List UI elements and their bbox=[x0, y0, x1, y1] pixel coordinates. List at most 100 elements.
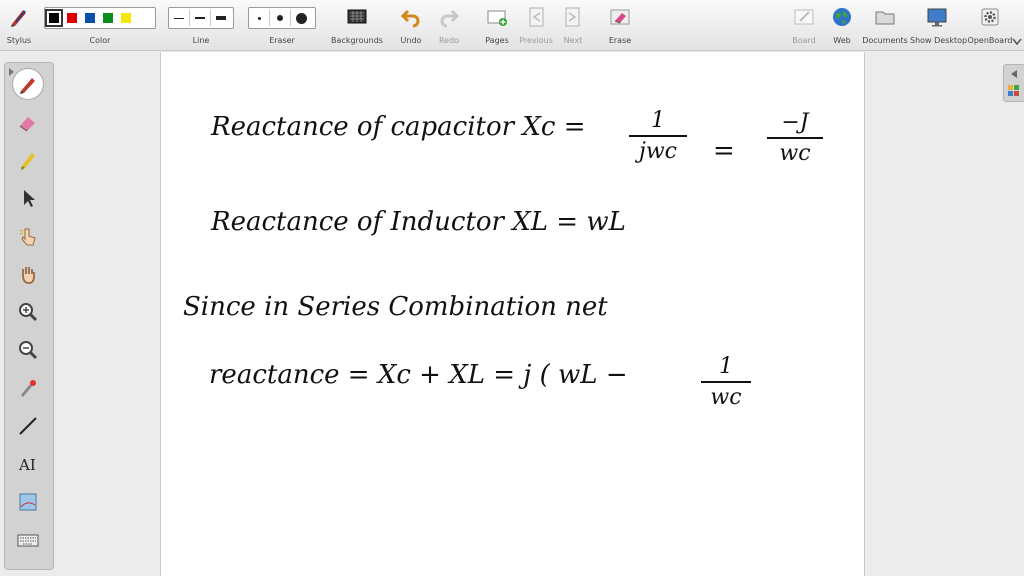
right-panel-tab[interactable] bbox=[1003, 64, 1024, 102]
tool-line[interactable] bbox=[13, 411, 43, 441]
hand-icon bbox=[22, 267, 35, 284]
undo-icon bbox=[400, 9, 420, 28]
board-button[interactable]: Board bbox=[790, 0, 818, 50]
line-thin-button[interactable] bbox=[169, 10, 189, 26]
tool-zoom-in[interactable] bbox=[13, 297, 43, 327]
backgrounds-button[interactable]: Backgrounds bbox=[330, 0, 384, 50]
eraser-medium-button[interactable] bbox=[269, 10, 290, 26]
next-label: Next bbox=[563, 36, 583, 45]
line-width-selector bbox=[168, 7, 234, 29]
line-group: Line bbox=[168, 0, 234, 50]
backgrounds-icon bbox=[347, 9, 367, 24]
web-label: Web bbox=[833, 36, 851, 45]
whiteboard-canvas[interactable]: Reactance of capacitor Xc = 1 jwc = −J w… bbox=[160, 52, 865, 576]
text-icon: AI bbox=[18, 456, 36, 474]
openboard-label: OpenBoard bbox=[967, 36, 1013, 45]
capture-icon bbox=[19, 493, 37, 511]
tool-selector[interactable] bbox=[13, 183, 43, 213]
note-line-series: Since in Series Combination net bbox=[183, 292, 608, 322]
equals-sign: = bbox=[713, 136, 735, 166]
monitor-icon bbox=[927, 8, 947, 27]
next-button[interactable]: Next bbox=[558, 0, 588, 50]
library-icon bbox=[1008, 85, 1019, 96]
redo-icon bbox=[440, 9, 460, 28]
pages-label: Pages bbox=[485, 36, 509, 45]
zoom-in-icon bbox=[19, 303, 38, 322]
globe-icon bbox=[833, 8, 851, 26]
tool-sidebar: AI bbox=[4, 62, 54, 570]
color-swatch-yellow[interactable] bbox=[121, 13, 131, 23]
tool-zoom-out[interactable] bbox=[13, 335, 43, 365]
fraction-denominator: wc bbox=[779, 141, 811, 166]
openboard-menu-button[interactable]: OpenBoard bbox=[966, 0, 1014, 50]
erase-label: Erase bbox=[608, 36, 632, 45]
eraser-small-button[interactable] bbox=[249, 10, 269, 26]
fraction-minus-j-over-wc: −J wc bbox=[767, 110, 823, 166]
fraction-bar bbox=[701, 381, 751, 383]
next-page-icon bbox=[565, 7, 580, 27]
previous-page-icon bbox=[529, 7, 544, 27]
documents-label: Documents bbox=[862, 36, 908, 45]
fraction-bar bbox=[767, 137, 823, 139]
undo-button[interactable]: Undo bbox=[396, 0, 426, 50]
chevron-down-icon[interactable] bbox=[1012, 38, 1022, 46]
web-button[interactable]: Web bbox=[828, 0, 856, 50]
tool-keyboard[interactable] bbox=[13, 525, 43, 555]
line-thick-button[interactable] bbox=[210, 10, 231, 26]
note-line-net-reactance: reactance = Xc + XL = j ( wL − bbox=[209, 360, 628, 390]
stylus-label: Stylus bbox=[6, 36, 32, 45]
expand-arrow-icon bbox=[1011, 70, 1017, 78]
selector-icon bbox=[24, 190, 35, 207]
marker-icon bbox=[21, 153, 35, 170]
tool-interact[interactable] bbox=[13, 221, 43, 251]
documents-button[interactable]: Documents bbox=[862, 0, 908, 50]
color-swatch-green[interactable] bbox=[103, 13, 113, 23]
tool-eraser[interactable] bbox=[13, 107, 43, 137]
show-desktop-label: Show Desktop bbox=[910, 36, 968, 45]
tool-pen[interactable] bbox=[13, 69, 43, 99]
fraction-denominator: wc bbox=[710, 385, 742, 410]
color-label: Color bbox=[89, 36, 111, 45]
line-icon bbox=[19, 417, 37, 435]
stylus-icon bbox=[11, 10, 26, 27]
undo-label: Undo bbox=[400, 36, 422, 45]
board-icon bbox=[794, 9, 814, 25]
tool-hand[interactable] bbox=[13, 259, 43, 289]
show-desktop-button[interactable]: Show Desktop bbox=[910, 0, 968, 50]
fraction-1-over-wc: 1 wc bbox=[701, 354, 751, 410]
board-label: Board bbox=[792, 36, 816, 45]
fraction-numerator: −J bbox=[781, 110, 809, 135]
tool-marker[interactable] bbox=[13, 145, 43, 175]
tool-text[interactable]: AI bbox=[13, 449, 43, 479]
add-page-icon bbox=[487, 10, 507, 26]
previous-button[interactable]: Previous bbox=[518, 0, 554, 50]
color-swatch-black[interactable] bbox=[45, 9, 63, 27]
line-label: Line bbox=[192, 36, 210, 45]
redo-button[interactable]: Redo bbox=[434, 0, 464, 50]
eraser-size-selector bbox=[248, 7, 316, 29]
eraser-label: Eraser bbox=[269, 36, 295, 45]
pages-button[interactable]: Pages bbox=[482, 0, 512, 50]
note-line-capacitor: Reactance of capacitor Xc = bbox=[211, 112, 586, 142]
eraser-large-button[interactable] bbox=[290, 10, 311, 26]
fraction-denominator: jwc bbox=[639, 139, 677, 164]
tool-capture[interactable] bbox=[13, 487, 43, 517]
zoom-out-icon bbox=[19, 341, 38, 360]
color-swatch-red[interactable] bbox=[67, 13, 77, 23]
color-palette bbox=[44, 7, 156, 29]
color-group: Color bbox=[44, 0, 156, 50]
tool-laser[interactable] bbox=[13, 373, 43, 403]
erase-board-icon bbox=[610, 9, 630, 25]
pen-icon bbox=[20, 78, 35, 94]
gear-icon bbox=[981, 8, 999, 26]
erase-button[interactable]: Erase bbox=[604, 0, 636, 50]
eraser-group: Eraser bbox=[248, 0, 316, 50]
line-medium-button[interactable] bbox=[189, 10, 210, 26]
stylus-button[interactable]: Stylus bbox=[2, 0, 36, 50]
color-swatch-blue[interactable] bbox=[85, 13, 95, 23]
fraction-numerator: 1 bbox=[651, 108, 665, 133]
fraction-bar bbox=[629, 135, 687, 137]
fraction-1-over-jwc: 1 jwc bbox=[629, 108, 687, 164]
fraction-numerator: 1 bbox=[719, 354, 733, 379]
keyboard-icon bbox=[17, 534, 39, 547]
